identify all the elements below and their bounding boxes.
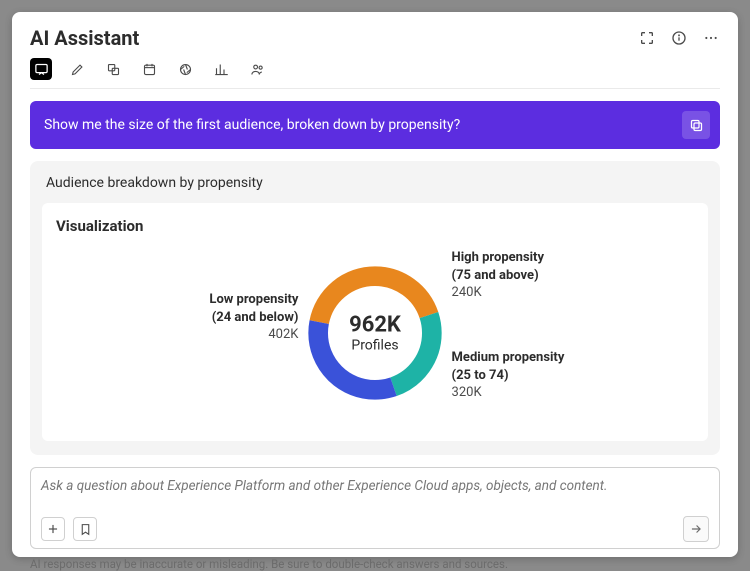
visualization-title: Visualization (56, 217, 694, 235)
tool-users-icon[interactable] (246, 58, 268, 80)
toolbar (30, 58, 720, 89)
add-button[interactable] (41, 517, 65, 541)
panel-header: AI Assistant (30, 26, 720, 50)
visualization-card: Visualization 962K Profiles Low propensi… (42, 203, 708, 441)
input-area[interactable]: Ask a question about Experience Platform… (30, 467, 720, 549)
send-button[interactable] (683, 516, 709, 542)
bookmark-button[interactable] (73, 517, 97, 541)
tool-edit-icon[interactable] (66, 58, 88, 80)
donut-center-value: 962K (349, 313, 401, 338)
more-icon[interactable] (702, 29, 720, 47)
segment-label-medium: Medium propensity (25 to 74) 320K (452, 349, 652, 402)
donut-center-label: Profiles (349, 338, 401, 354)
tool-chat-icon[interactable] (30, 58, 52, 80)
input-placeholder: Ask a question about Experience Platform… (41, 478, 709, 494)
tool-chart-icon[interactable] (210, 58, 232, 80)
input-actions (41, 516, 709, 542)
fullscreen-icon[interactable] (638, 29, 656, 47)
donut-center: 962K Profiles (349, 313, 401, 354)
header-actions (638, 29, 720, 47)
segment-label-low: Low propensity (24 and below) 402K (118, 291, 298, 344)
donut-chart: 962K Profiles Low propensity (24 and bel… (56, 243, 694, 423)
tool-layers-icon[interactable] (102, 58, 124, 80)
result-card: Audience breakdown by propensity Visuali… (30, 161, 720, 455)
prompt-bar: Show me the size of the first audience, … (30, 101, 720, 149)
segment-label-high: High propensity (75 and above) 240K (452, 249, 652, 302)
info-icon[interactable] (670, 29, 688, 47)
result-title: Audience breakdown by propensity (42, 173, 708, 193)
tool-aperture-icon[interactable] (174, 58, 196, 80)
tool-calendar-icon[interactable] (138, 58, 160, 80)
prompt-text: Show me the size of the first audience, … (44, 117, 460, 133)
copy-button[interactable] (682, 111, 710, 139)
ai-assistant-panel: AI Assistant (12, 12, 738, 557)
panel-title: AI Assistant (30, 26, 139, 50)
